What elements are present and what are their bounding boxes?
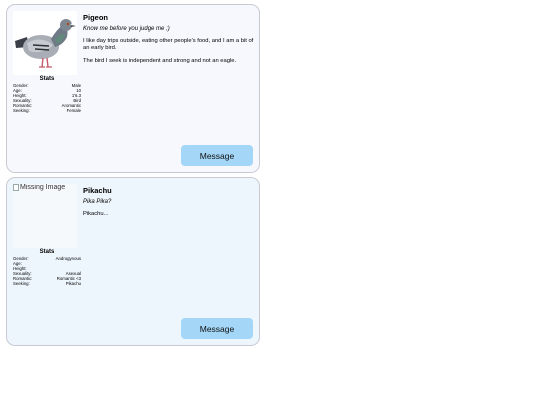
missing-image: Missing Image [13, 184, 65, 191]
message-button[interactable]: Message [181, 145, 253, 166]
profile-tagline: Know me before you judge me ;) [83, 26, 170, 32]
stat-row-seeking: Seeking: Female [13, 108, 81, 113]
stat-label: Seeking: [13, 108, 30, 114]
stat-value: Pikachu [65, 281, 81, 287]
profile-card-pikachu: Missing Image Pikachu Pika Pika? Pikachu… [6, 177, 260, 346]
profile-bio: I like day trips outside, eating other p… [83, 38, 255, 71]
stat-label: Seeking: [13, 281, 30, 287]
profile-photo: Missing Image [13, 184, 77, 248]
profile-name: Pigeon [83, 13, 109, 22]
stats-panel: Stats Gender: Male Age: 10 Height: 1'6.3… [13, 76, 81, 114]
stat-value: Female [66, 108, 81, 114]
stats-title: Stats [39, 249, 55, 255]
bio-paragraph: The bird I seek is independent and stron… [83, 58, 237, 64]
pigeon-photo [15, 19, 76, 68]
bio-paragraph: I like day trips outside, eating other p… [83, 38, 254, 51]
stat-row-seeking: Seeking: Pikachu [13, 281, 81, 286]
profile-name: Pikachu [83, 186, 112, 195]
profile-photo [13, 11, 77, 75]
broken-image-icon [13, 184, 19, 191]
stats-title: Stats [39, 76, 55, 82]
stat-value: Androgynous [55, 256, 81, 261]
profile-bio: Pikachu... [83, 211, 255, 224]
profile-tagline: Pika Pika? [83, 199, 112, 205]
bio-paragraph: Pikachu... [83, 211, 109, 217]
profile-card-pigeon: Pigeon Know me before you judge me ;) I … [6, 4, 260, 173]
stats-panel: Stats Gender: Androgynous Age: Height: S… [13, 249, 81, 287]
message-button[interactable]: Message [181, 318, 253, 339]
missing-image-alt-text: Missing Image [20, 184, 66, 191]
